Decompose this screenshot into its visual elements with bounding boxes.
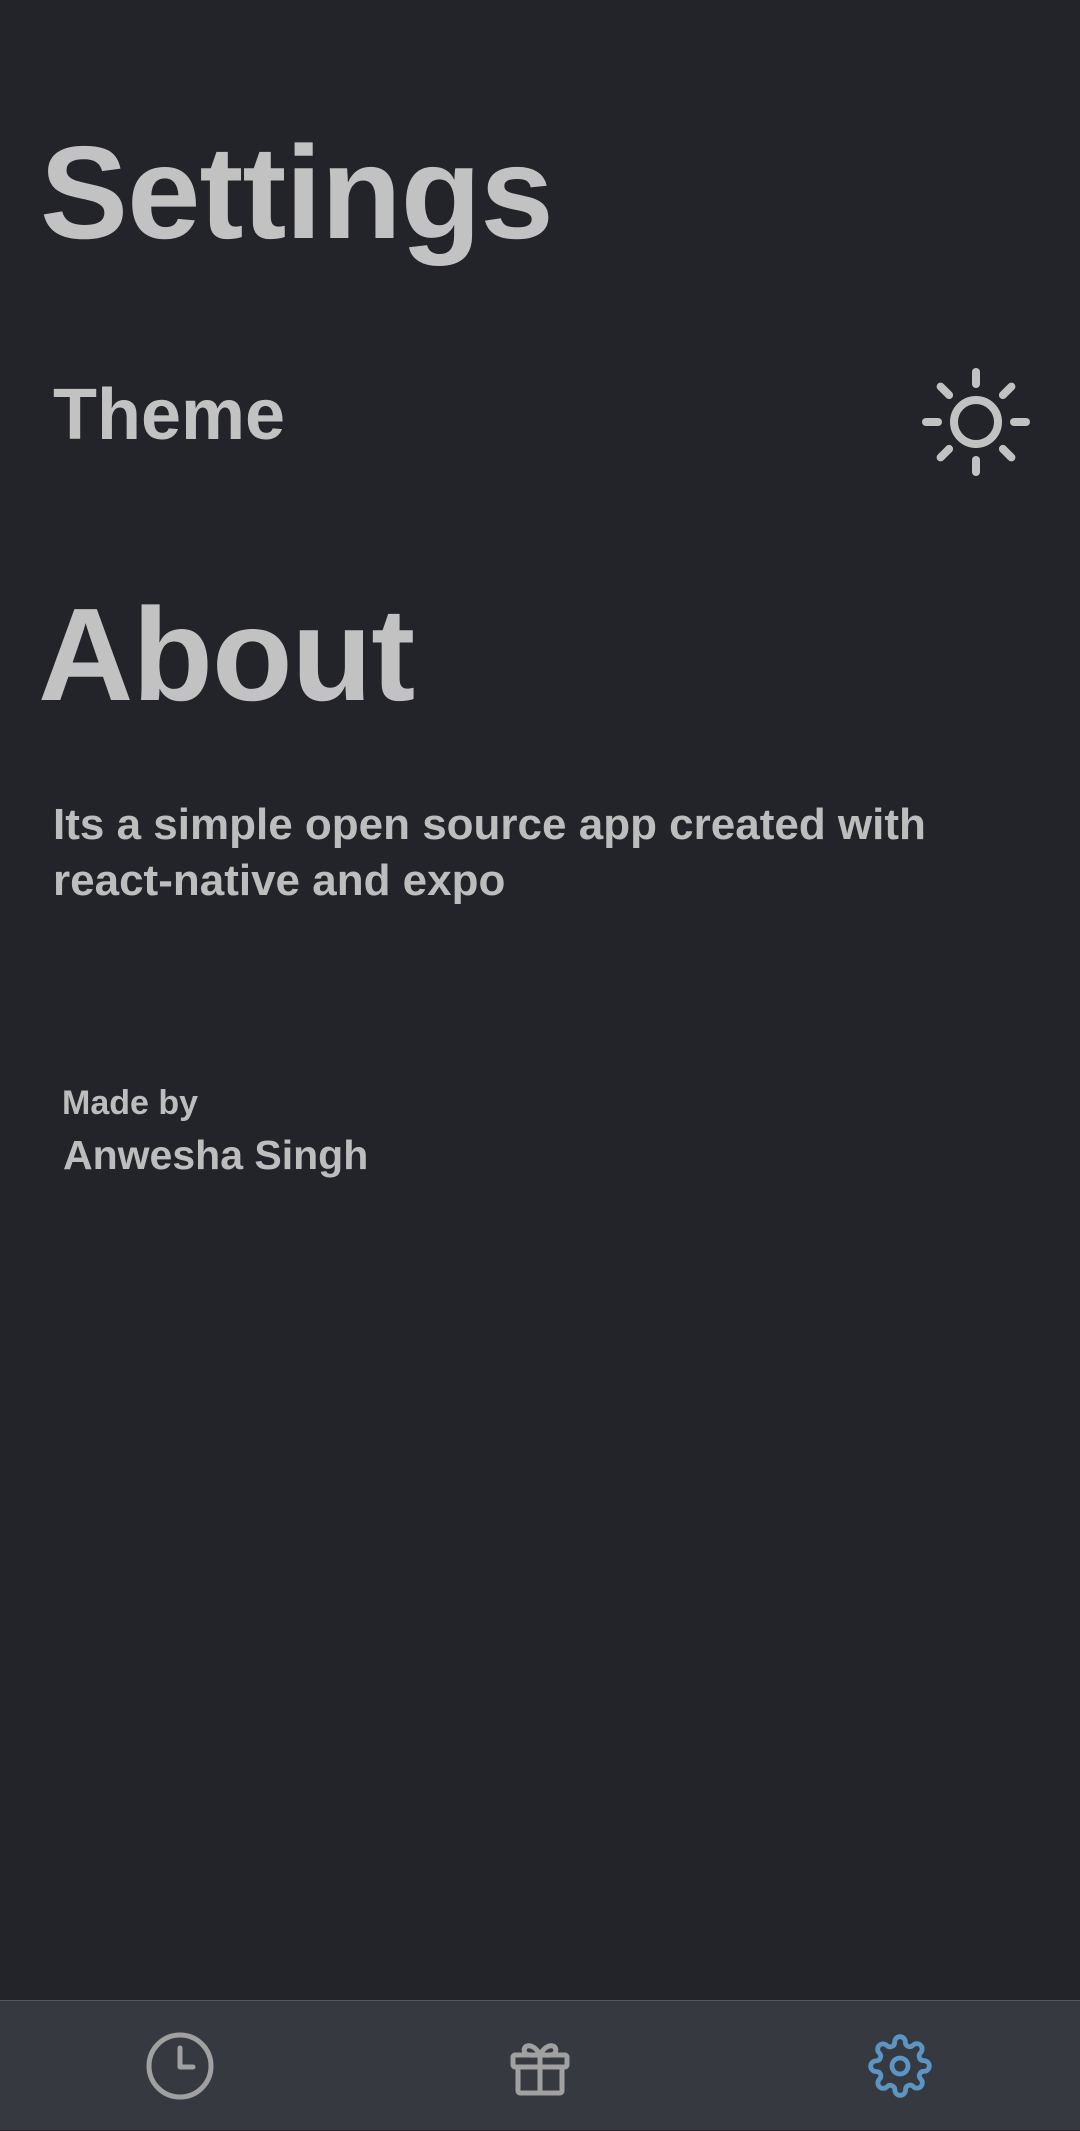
made-by-label: Made by	[62, 1084, 199, 1122]
gift-icon	[510, 2043, 570, 2096]
about-description: Its a simple open source app created wit…	[53, 800, 926, 905]
sun-icon	[922, 368, 1030, 476]
tab-history[interactable]	[0, 2001, 360, 2131]
clock-icon	[146, 2032, 214, 2100]
author-name: Anwesha Singh	[63, 1132, 369, 1178]
page-title: Settings	[40, 119, 554, 266]
theme-toggle-button[interactable]	[918, 364, 1034, 480]
bottom-tab-bar	[0, 2000, 1080, 2130]
tab-settings[interactable]	[720, 2001, 1080, 2131]
settings-screen: Settings Theme About Its a simple open s…	[0, 0, 1080, 2000]
theme-label: Theme	[53, 375, 286, 455]
tab-gifts[interactable]	[360, 2001, 720, 2131]
about-title: About	[38, 581, 415, 728]
theme-row: Theme	[0, 350, 1080, 480]
gear-icon	[868, 2034, 932, 2098]
